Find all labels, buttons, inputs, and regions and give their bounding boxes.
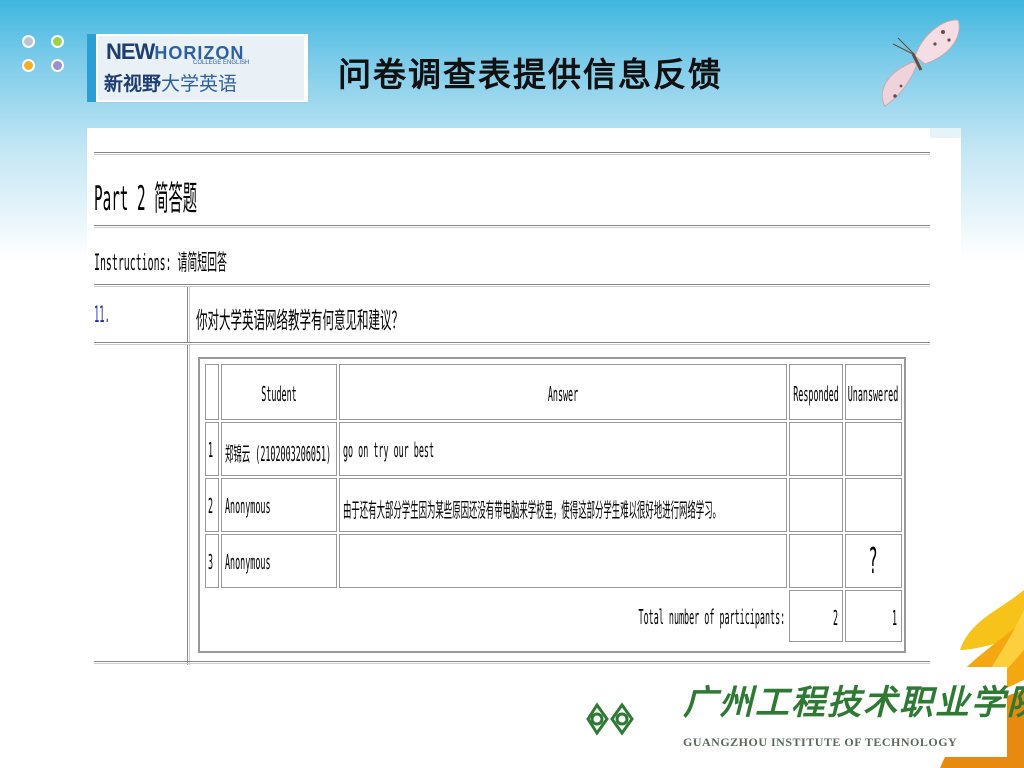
instructions-text: Instructions: 请简短回答	[94, 251, 227, 276]
instructions-row: Instructions: 请简短回答	[94, 228, 930, 284]
row-responded	[789, 534, 843, 588]
question-text: 你对大学英语网络教学有何意见和建议？	[196, 308, 403, 334]
total-row: Total number of participants: 2 1	[205, 590, 902, 642]
row-unanswered	[844, 478, 902, 532]
table-header-row: Student Answer Responded Unanswered	[205, 364, 902, 420]
logo-cn-a: 新视野	[104, 73, 162, 95]
institute-emblem-icon	[586, 702, 634, 736]
survey-screenshot: Part 2 简答题 Instructions: 请简短回答 11. 你对大学英…	[87, 128, 961, 665]
question-row: 11. 你对大学英语网络教学有何意见和建议？	[94, 287, 930, 342]
part-header: Part 2 简答题	[94, 155, 930, 225]
logo-new: NEW	[106, 39, 155, 64]
answers-table: Student Answer Responded Unanswered 1 郑锦…	[203, 362, 904, 644]
row-unanswered: ?	[868, 541, 878, 582]
row-unanswered	[844, 422, 902, 476]
row-student: Anonymous	[224, 494, 271, 518]
butterfly-icon	[881, 19, 960, 107]
row-responded	[789, 422, 843, 476]
decorative-dots	[20, 33, 70, 78]
new-horizon-logo: NEWHORIZON COLLEGE ENGLISH 新视野大学英语	[87, 34, 308, 102]
gz-institute-logo: 广州工程技术职业学院 GUANGZHOU INSTITUTE OF TECHNO…	[583, 667, 1024, 757]
header-unanswered: Unanswered	[848, 382, 899, 406]
dot-orange	[22, 59, 35, 72]
total-responded: 2	[832, 606, 838, 630]
row-number: 2	[208, 494, 214, 518]
question-number[interactable]: 11.	[94, 303, 110, 328]
header-answer: Answer	[548, 382, 579, 406]
row-number: 1	[208, 438, 214, 462]
row-student[interactable]: 郑锦云 (2102003206051)	[225, 438, 331, 467]
dot-purple	[51, 59, 64, 72]
total-label: Total number of participants:	[638, 605, 786, 629]
header-responded: Responded	[793, 382, 839, 406]
row-answer: 由于还有大部分学生因为某些原因还没有带电脑来学校里，使得这部分学生难以很好地进行…	[343, 498, 722, 522]
table-row: 2 Anonymous 由于还有大部分学生因为某些原因还没有带电脑来学校里，使得…	[205, 478, 902, 532]
answers-area: Student Answer Responded Unanswered 1 郑锦…	[94, 345, 930, 665]
part-title: Part 2 简答题	[94, 179, 198, 219]
answers-table-frame: Student Answer Responded Unanswered 1 郑锦…	[198, 357, 906, 653]
header-student: Student	[261, 382, 297, 406]
logo-sub: COLLEGE ENGLISH	[193, 60, 250, 66]
logo-cn-b: 大学英语	[161, 73, 238, 95]
slide-title: 问卷调查表提供信息反馈	[338, 55, 723, 94]
total-unanswered: 1	[891, 606, 897, 630]
institute-name-cn: 广州工程技术职业学院	[683, 683, 1024, 723]
institute-name-en: GUANGZHOU INSTITUTE OF TECHNOLOGY	[683, 735, 958, 749]
row-responded	[789, 478, 843, 532]
dot-green	[51, 35, 64, 48]
row-answer: go on try our best	[343, 438, 435, 462]
row-student: Anonymous	[224, 550, 271, 574]
table-row: 1 郑锦云 (2102003206051) go on try our best	[205, 422, 902, 476]
row-number: 3	[208, 550, 214, 574]
dot-grey	[22, 35, 35, 48]
table-row: 3 Anonymous ?	[205, 534, 902, 588]
